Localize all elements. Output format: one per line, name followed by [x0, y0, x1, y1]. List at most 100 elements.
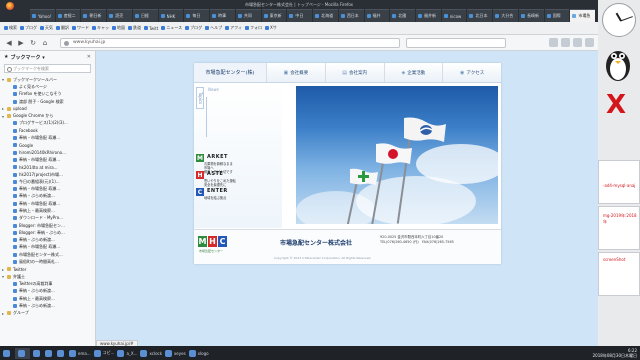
bookmark-entry[interactable]: 奉納上・最高検察...	[2, 207, 93, 214]
bookmark-entry[interactable]: 渡部 朋子 - Google 検索	[2, 98, 93, 105]
home-icon[interactable]: ⌂	[40, 38, 50, 48]
bookmark-entry[interactable]: 奉納・ぶらめ新渡...	[2, 237, 93, 244]
bookmark-entry[interactable]: hiromi20140kRhirono...	[2, 149, 93, 156]
bookmark-entry[interactable]: Google	[2, 142, 93, 149]
site-info-icon[interactable]	[64, 40, 69, 46]
bookmark-entry[interactable]: 奉納・市場急配 寿瀬...	[2, 185, 93, 192]
bookmark-item[interactable]: 天気	[40, 25, 53, 31]
bookmark-entry[interactable]: 奉納・市場急配 寿瀬...	[2, 244, 93, 251]
footer-logo[interactable]: MHC	[198, 236, 228, 247]
bookmark-folder[interactable]: ▾ ブックマークツールバー	[2, 76, 93, 83]
bookmark-item[interactable]: ヘルプ	[205, 25, 222, 31]
bookmark-item[interactable]: ブログ	[185, 25, 202, 31]
browser-tab[interactable]: 北日本	[467, 9, 493, 22]
browser-tab[interactable]: 朝日新	[81, 9, 107, 22]
sidebar-icon[interactable]	[573, 38, 582, 47]
xclock-widget[interactable]	[602, 3, 636, 37]
back-arrow-icon[interactable]: ◀	[4, 38, 14, 48]
browser-tab[interactable]: 長崎新	[518, 9, 544, 22]
close-icon[interactable]: ✕	[87, 54, 91, 60]
bookmark-item[interactable]: キャッ	[92, 25, 109, 31]
bookmark-entry[interactable]: 奉納・市場急配 寿瀬...	[2, 134, 93, 141]
taskbar-item[interactable]: xclock	[140, 348, 162, 359]
bookmark-entry[interactable]: Blogger: 市場急配セン...	[2, 222, 93, 229]
bookmark-entry[interactable]: 風俗町の一時間高札...	[2, 258, 93, 265]
bookmark-item[interactable]: ブログ	[20, 25, 37, 31]
taskbar-item[interactable]	[3, 348, 12, 359]
bookmark-entry[interactable]: Firefox を使いこなそう	[2, 91, 93, 98]
bookmark-entry[interactable]: ダウンロード - MyPro...	[2, 215, 93, 222]
browser-tab[interactable]: nicow	[441, 9, 467, 22]
bookmark-item[interactable]: 鉄道	[128, 25, 141, 31]
taskbar-item[interactable]: コピ...	[93, 348, 114, 359]
bookmark-entry[interactable]: Twitterの高裁判事	[2, 280, 93, 287]
bookmark-entry[interactable]: 奉納・ぶらめ新渡...	[2, 288, 93, 295]
terminal-window[interactable]: mg-2019年:2018年	[598, 206, 640, 250]
bookmark-entry[interactable]: よく見るページ	[2, 83, 93, 90]
taskbar-item[interactable]	[33, 348, 42, 359]
browser-tab[interactable]: 北國	[390, 9, 416, 22]
topics-tab[interactable]: Topics	[196, 87, 204, 109]
browser-tab[interactable]: 毎日	[184, 9, 210, 22]
bookmark-entry[interactable]: 市場急配センター株式...	[2, 251, 93, 258]
site-nav-item[interactable]: ▤ 会社案内	[324, 63, 384, 82]
taskbar-item[interactable]: ema...	[69, 348, 91, 359]
browser-tab[interactable]: 中日	[287, 9, 313, 22]
browser-tab[interactable]: 共同	[235, 9, 261, 22]
taskbar-item[interactable]	[15, 347, 30, 359]
browser-tab[interactable]: Yahoo!	[30, 9, 55, 22]
forward-arrow-icon[interactable]: ▶	[16, 38, 26, 48]
bookmark-item[interactable]: 翻訳	[56, 25, 69, 31]
bookmark-folder[interactable]: ▸ グループ	[2, 310, 93, 317]
bookmark-entry[interactable]: 今日の番組表(元)(1)...	[2, 178, 93, 185]
bookmark-entry[interactable]: 奉納上・最高検察...	[2, 295, 93, 302]
download-icon[interactable]	[549, 38, 558, 47]
site-nav-item[interactable]: ◈ 企業活動	[383, 63, 443, 82]
bookmark-folder[interactable]: ▾ Google Chrome から	[2, 112, 93, 119]
taskbar-clock[interactable]: 6:22 2018年08月30日木曜日	[593, 348, 637, 358]
bookmark-entry[interactable]: 奉納・ぶらめ新渡...	[2, 193, 93, 200]
browser-tab[interactable]: 西日本	[338, 9, 364, 22]
bookmark-item[interactable]: Xサ	[265, 25, 277, 31]
browser-tab[interactable]: 市場急	[570, 9, 596, 22]
library-icon[interactable]	[561, 38, 570, 47]
bookmark-folder[interactable]: ▸ Twitter	[2, 266, 93, 273]
browser-tab[interactable]: NHK	[158, 9, 184, 22]
browser-tab[interactable]: 福井新	[416, 9, 441, 22]
menu-icon[interactable]	[585, 38, 594, 47]
bookmark-entry[interactable]: Blogger: 奉納・ぶらめ...	[2, 229, 93, 236]
bookmark-item[interactable]: 検索	[4, 25, 17, 31]
news-label[interactable]: News	[208, 87, 219, 92]
bookmark-entry[interactable]: 奉納・市場急配 寿瀬...	[2, 156, 93, 163]
bookmark-folder[interactable]: ▸ upload	[2, 105, 93, 112]
bookmark-item[interactable]: 地図	[112, 25, 125, 31]
search-input[interactable]	[406, 37, 506, 48]
site-logo[interactable]: 市場急配センター(株)	[194, 63, 266, 82]
reload-icon[interactable]: ↻	[28, 38, 38, 48]
bookmark-item[interactable]: ワード	[72, 25, 89, 31]
taskbar-item[interactable]: a_X...	[117, 348, 137, 359]
bookmark-entry[interactable]: プログサービス(1)(2)(3)...	[2, 120, 93, 127]
bookmark-item[interactable]: Twitt	[144, 26, 158, 31]
browser-tab[interactable]: 東京新	[261, 9, 287, 22]
bookmark-item[interactable]: フォロ	[245, 25, 262, 31]
browser-tab[interactable]: 国際	[544, 9, 570, 22]
site-nav-item[interactable]: ▣ 会社概要	[266, 63, 325, 82]
taskbar-item[interactable]	[45, 348, 54, 359]
browser-tab[interactable]: 産経ニ	[55, 9, 81, 22]
browser-tab[interactable]: 北海道	[313, 9, 338, 22]
terminal-window[interactable]: screenShot	[598, 252, 640, 296]
taskbar-item[interactable]: xlogo	[188, 348, 209, 359]
sidebar-title[interactable]: ブックマーク ▾	[10, 54, 44, 61]
browser-tab[interactable]: 日経	[132, 9, 158, 22]
browser-tab[interactable]: 大分合	[493, 9, 518, 22]
browser-tab[interactable]: 読売	[107, 9, 132, 22]
bookmark-entry[interactable]: hk2014to at mira...	[2, 164, 93, 171]
taskbar-item[interactable]: xeyes	[165, 348, 186, 359]
bookmark-entry[interactable]: hk2017(project)市場...	[2, 171, 93, 178]
site-nav-item[interactable]: ◉ アクセス	[442, 63, 501, 82]
bookmark-item[interactable]: ニュース	[161, 25, 182, 31]
taskbar-item[interactable]	[57, 348, 66, 359]
bookmark-folder[interactable]: ▾ 弁護士	[2, 273, 93, 280]
bookmark-entry[interactable]: Facebook	[2, 127, 93, 134]
